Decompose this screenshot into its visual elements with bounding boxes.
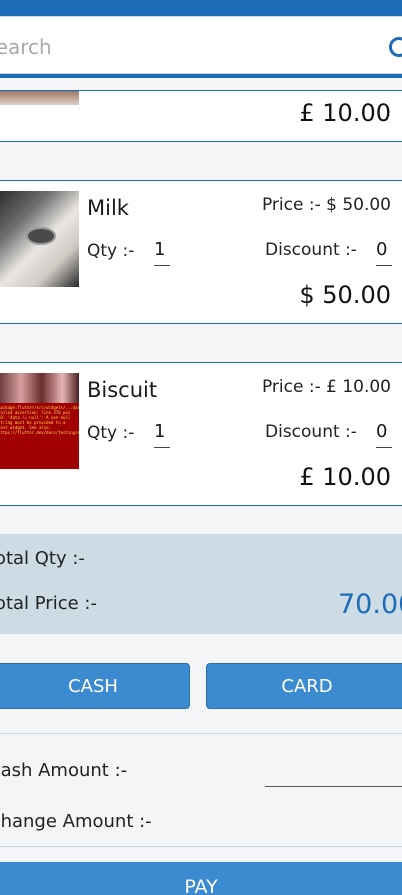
divider xyxy=(0,733,402,734)
cash-amount-label: Cash Amount :- xyxy=(0,760,128,781)
total-price-label: Total Price :- xyxy=(0,593,97,614)
discount-input[interactable]: 0 xyxy=(376,239,392,266)
search-box[interactable] xyxy=(0,16,402,74)
total-price-value: 70.00 xyxy=(338,589,402,620)
discount-label: Discount :- xyxy=(265,422,357,442)
change-amount-label: Change Amount :- xyxy=(0,811,152,832)
cash-button[interactable]: CASH xyxy=(0,663,190,709)
qty-label: Qty :- xyxy=(87,423,135,443)
top-app-bar xyxy=(0,0,402,8)
item-total: £ 10.00 xyxy=(299,99,391,127)
discount-label: Discount :- xyxy=(265,240,357,260)
search-icon[interactable] xyxy=(389,37,402,57)
product-photo xyxy=(0,373,79,403)
search-input[interactable] xyxy=(0,28,365,66)
search-container xyxy=(0,8,402,78)
cart-item-card: £ 10.00 xyxy=(0,90,402,142)
item-name: Milk xyxy=(87,196,129,220)
product-image: package:flutter/src/widgets/...dart': Fa… xyxy=(0,373,79,469)
product-image xyxy=(0,91,79,105)
item-price: Price :- $ 50.00 xyxy=(261,195,391,215)
order-summary: Total Qty :- Total Price :- 70.00 xyxy=(0,534,402,634)
qty-input[interactable]: 1 xyxy=(154,421,170,448)
pay-button[interactable]: PAY xyxy=(0,862,402,895)
cart-screen: £ 10.00 Milk Price :- $ 50.00 Qty :- 1 D… xyxy=(0,0,402,895)
total-qty-label: Total Qty :- xyxy=(0,548,85,569)
item-name: Biscuit xyxy=(87,378,158,402)
divider xyxy=(0,846,402,847)
discount-input[interactable]: 0 xyxy=(376,421,392,448)
qty-input[interactable]: 1 xyxy=(154,239,170,266)
item-price: Price :- £ 10.00 xyxy=(261,377,391,397)
qty-label: Qty :- xyxy=(87,241,135,261)
cart-item-card: package:flutter/src/widgets/...dart': Fa… xyxy=(0,362,402,506)
cart-item-card: Milk Price :- $ 50.00 Qty :- 1 Discount … xyxy=(0,180,402,324)
item-total: $ 50.00 xyxy=(299,281,391,309)
image-error-text: package:flutter/src/widgets/...dart': Fa… xyxy=(0,405,79,435)
item-total: £ 10.00 xyxy=(299,463,391,491)
card-button[interactable]: CARD xyxy=(206,663,402,709)
product-image xyxy=(0,191,79,287)
cash-amount-input[interactable] xyxy=(265,786,402,787)
